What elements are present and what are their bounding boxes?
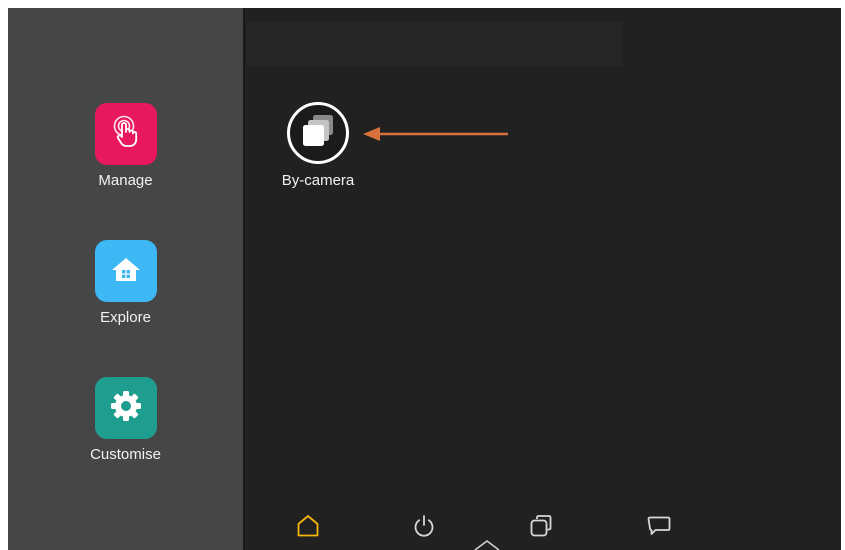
nav-message-button[interactable] [641, 510, 677, 546]
device-screen: Manage Explore Customise By-camera [8, 8, 841, 550]
annotation-arrow [363, 127, 508, 141]
manage-tile[interactable] [94, 103, 157, 165]
chevron-up-icon [472, 539, 502, 550]
nav-home-button[interactable] [290, 510, 326, 546]
explore-tile[interactable] [94, 240, 157, 302]
customise-tile[interactable] [94, 377, 157, 439]
message-icon [646, 513, 672, 544]
sidebar: Manage Explore Customise [8, 8, 245, 550]
by-camera-label: By-camera [281, 172, 355, 189]
by-camera-icon-circle[interactable] [287, 102, 349, 164]
home-icon [295, 513, 321, 544]
pull-up-handle[interactable] [472, 538, 502, 550]
by-camera-app[interactable]: By-camera [270, 102, 366, 190]
manage-label: Manage [98, 172, 153, 189]
customise-label: Customise [90, 446, 161, 463]
explore-label: Explore [100, 309, 151, 326]
power-icon [411, 513, 437, 544]
touch-hand-icon [109, 115, 143, 154]
nav-recent-apps-button[interactable] [523, 510, 559, 546]
stacked-squares-icon [298, 111, 338, 156]
house-icon [109, 252, 143, 291]
recent-apps-icon [528, 513, 554, 544]
nav-power-button[interactable] [406, 510, 442, 546]
manage-app[interactable]: Manage [8, 103, 243, 190]
top-bar [246, 22, 622, 66]
gear-icon [108, 388, 144, 429]
explore-app[interactable]: Explore [8, 240, 243, 327]
customise-app[interactable]: Customise [8, 377, 243, 464]
